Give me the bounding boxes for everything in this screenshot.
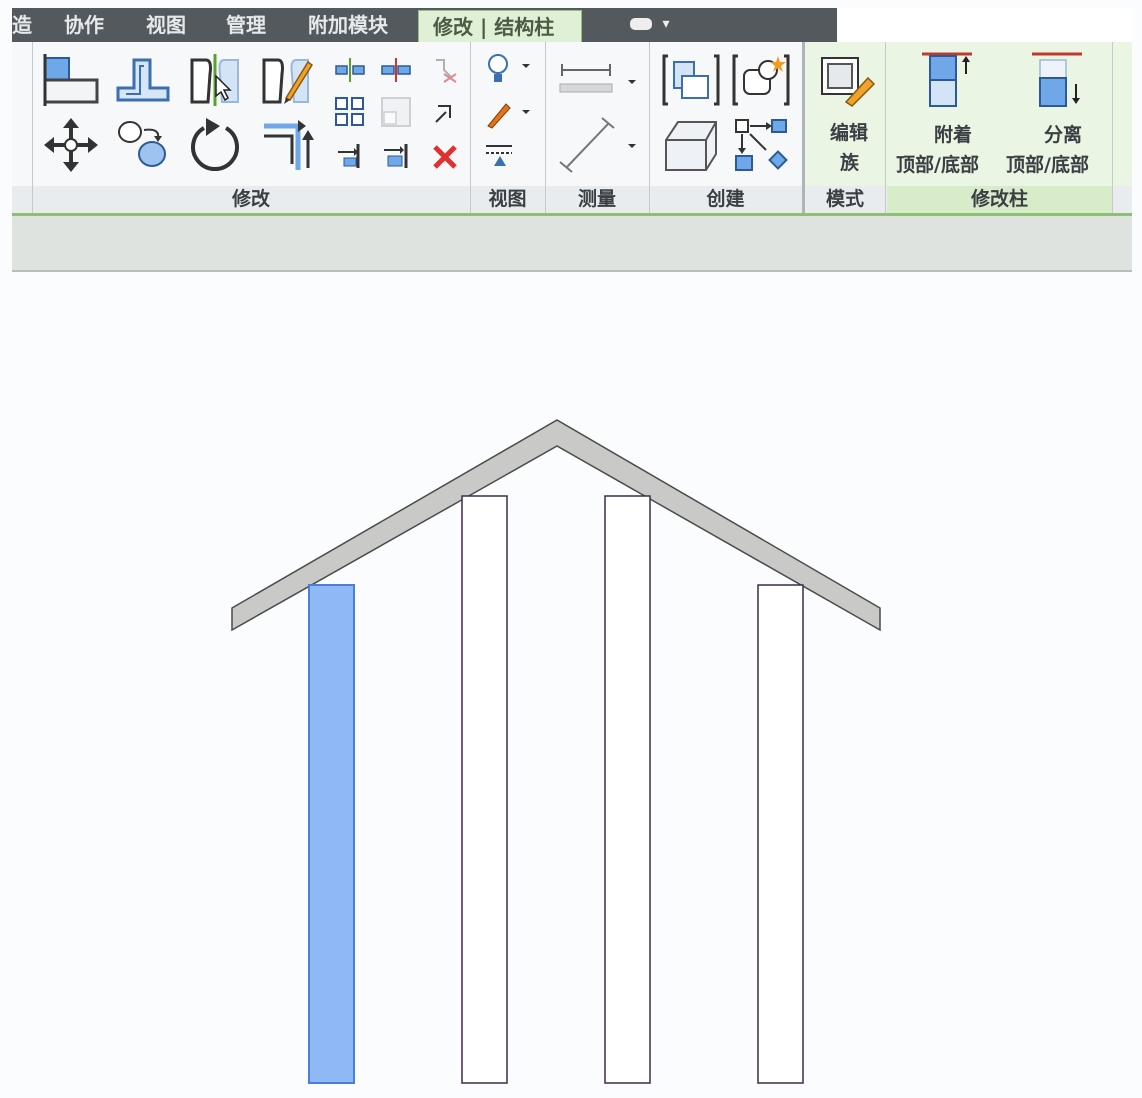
split-element-button[interactable]: [380, 58, 412, 82]
delete-button[interactable]: [432, 144, 458, 170]
align-button[interactable]: [42, 52, 100, 108]
copy-icon: [118, 121, 166, 167]
detach-top-base-button[interactable]: 分离 顶部/底部: [1006, 50, 1110, 180]
view-cube-icon: [630, 18, 652, 30]
separator: [885, 42, 886, 213]
tab-collaborate[interactable]: 协作: [64, 8, 104, 42]
create-assembly-icon: [735, 119, 788, 171]
tab-manage[interactable]: 管理: [226, 8, 266, 42]
structural-column[interactable]: [604, 495, 651, 1084]
unpin-icon: [436, 59, 457, 83]
align-icon: [43, 54, 99, 106]
create-similar-icon: [732, 54, 790, 106]
unpin-button[interactable]: [430, 56, 460, 84]
separator: [1112, 42, 1113, 213]
move-icon: [44, 118, 98, 172]
measure-distance-button[interactable]: [556, 60, 640, 100]
measure-angle-button[interactable]: [556, 116, 640, 174]
paint-button[interactable]: [482, 96, 532, 130]
attach-top-base-button[interactable]: 附着 顶部/底部: [896, 50, 1000, 180]
quick-view-dropdown[interactable]: ▾: [630, 16, 669, 32]
options-bar: [12, 216, 1132, 272]
drawing-canvas[interactable]: [0, 272, 1142, 1098]
trim-multiple-button[interactable]: [380, 142, 412, 170]
edit-family-button[interactable]: 编辑 族: [818, 52, 876, 174]
delete-icon: [433, 145, 457, 169]
attach-label-2: 顶部/底部: [896, 154, 979, 176]
trim-single-button[interactable]: [334, 142, 366, 170]
panel-title-modify-column: 修改柱: [970, 188, 1028, 210]
trim-single-icon: [338, 144, 360, 168]
mirror-pick-axis-button[interactable]: [186, 52, 244, 108]
panel-title-measure: 测量: [577, 188, 616, 210]
scale-button[interactable]: [380, 96, 412, 128]
trim-multiple-icon: [384, 144, 408, 168]
mirror-draw-axis-button[interactable]: [258, 52, 316, 108]
align-small-icon: [335, 58, 365, 82]
pin-button[interactable]: [432, 100, 458, 126]
rotate-icon: [191, 118, 239, 172]
pin-icon: [435, 105, 451, 123]
create-parts-icon: [665, 121, 717, 171]
measure-distance-icon: [559, 64, 636, 93]
structural-column[interactable]: [757, 584, 804, 1084]
scale-icon: [381, 97, 411, 127]
array-button[interactable]: [334, 96, 366, 128]
edit-family-label-1: 编辑: [830, 122, 869, 144]
tab-bar-empty-area: [837, 8, 1132, 42]
override-graphics-icon: [488, 54, 530, 82]
align-small-button[interactable]: [334, 58, 366, 82]
tab-addins[interactable]: 附加模块: [308, 8, 388, 42]
mirror-draw-icon: [262, 58, 314, 104]
structural-column-selected[interactable]: [308, 584, 355, 1084]
hide-icon: [486, 145, 512, 166]
panel-title-modify: 修改: [231, 188, 270, 210]
chevron-down-icon: ▾: [662, 16, 670, 32]
create-similar-button[interactable]: [732, 52, 790, 108]
edit-family-label-2: 族: [840, 152, 860, 174]
create-group-icon: [662, 54, 720, 106]
create-group-button[interactable]: [662, 52, 720, 108]
offset-icon: [116, 58, 170, 102]
copy-button[interactable]: [114, 114, 172, 174]
detach-label-1: 分离: [1044, 124, 1083, 146]
detach-label-2: 顶部/底部: [1006, 154, 1089, 176]
hide-element-button[interactable]: [484, 140, 516, 172]
create-parts-button[interactable]: [662, 116, 720, 176]
panel-title-mode: 模式: [825, 188, 864, 210]
override-graphics-button[interactable]: [482, 52, 532, 86]
attach-label-1: 附着: [934, 124, 973, 146]
trim-extend-button[interactable]: [258, 114, 316, 174]
move-button[interactable]: [42, 116, 100, 174]
paint-icon: [487, 103, 530, 129]
attach-top-bottom-icon: [922, 52, 972, 107]
mirror-axis-icon: [190, 54, 239, 106]
ribbon-tab-bar: 造 协作 视图 管理 附加模块 修改 | 结构柱 ▾: [12, 8, 1132, 42]
ribbon: 修改 视图 测量 创建 模式 修改柱 编辑 族 附着 顶部/底部 分离 顶部/底…: [12, 42, 1132, 216]
split-icon: [381, 58, 411, 82]
rotate-button[interactable]: [186, 114, 244, 174]
panel-title-create: 创建: [706, 188, 745, 210]
tab-modify-structural-column[interactable]: 修改 | 结构柱: [418, 10, 582, 42]
panel-title-view: 视图: [488, 188, 527, 210]
create-assembly-button[interactable]: [732, 116, 790, 176]
tab-cut-off[interactable]: 造: [12, 8, 32, 42]
detach-top-bottom-icon: [1032, 52, 1082, 107]
tab-view[interactable]: 视图: [146, 8, 186, 42]
trim-extend-icon: [264, 120, 314, 170]
edit-family-icon: [821, 57, 876, 107]
offset-button[interactable]: [114, 52, 172, 108]
measure-angle-icon: [559, 117, 636, 173]
structural-column[interactable]: [461, 495, 508, 1084]
array-icon: [335, 97, 364, 126]
